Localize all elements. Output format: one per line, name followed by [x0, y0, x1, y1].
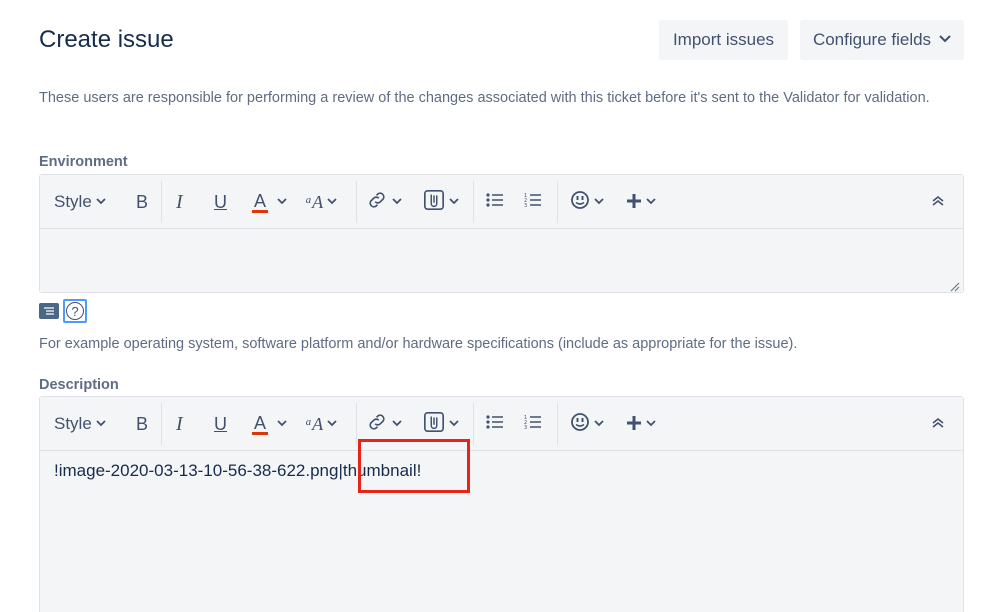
emoji-icon — [570, 190, 590, 215]
emoji-button[interactable] — [570, 175, 604, 229]
page-title: Create issue — [39, 26, 174, 53]
chevron-down-icon — [594, 196, 604, 208]
bullet-list-button[interactable] — [486, 175, 504, 229]
configure-fields-button[interactable]: Configure fields — [800, 20, 964, 60]
bullet-list-icon — [486, 192, 504, 213]
link-icon — [366, 189, 388, 216]
numbered-list-icon: 123 — [524, 192, 542, 213]
plus-icon — [626, 411, 642, 437]
style-dropdown[interactable]: Style — [54, 397, 106, 451]
emoji-icon — [570, 412, 590, 437]
chevron-down-icon — [277, 418, 287, 430]
chevron-down-icon — [96, 418, 106, 430]
environment-input[interactable] — [40, 229, 963, 292]
chevron-down-icon — [392, 196, 402, 208]
text-color-button[interactable]: A — [252, 175, 287, 229]
attachment-icon — [423, 411, 445, 438]
description-input[interactable]: !image-2020-03-13-10-56-38-622.png|thumb… — [40, 439, 963, 493]
text-color-icon: A — [252, 190, 269, 213]
environment-label: Environment — [39, 154, 128, 170]
italic-button[interactable]: I — [176, 175, 183, 229]
svg-text:3: 3 — [524, 203, 527, 208]
italic-button[interactable]: I — [176, 397, 183, 451]
numbered-list-button[interactable]: 123 — [524, 175, 542, 229]
text-effects-icon: ᵃA — [305, 191, 324, 212]
chevron-down-icon — [96, 196, 106, 208]
environment-editor: Style B I U A ᵃA 123 — [39, 174, 964, 293]
style-label: Style — [54, 192, 92, 211]
collapse-toolbar-button[interactable] — [931, 175, 945, 229]
bold-button[interactable]: B — [136, 175, 148, 229]
resize-handle-icon[interactable] — [950, 279, 960, 292]
environment-toolbar: Style B I U A ᵃA 123 — [40, 175, 963, 229]
text-color-button[interactable]: A — [252, 397, 287, 451]
svg-text:3: 3 — [524, 425, 527, 430]
help-button[interactable]: ? — [63, 299, 87, 323]
wiki-markup-icon[interactable] — [39, 303, 59, 319]
chevron-down-icon — [277, 196, 287, 208]
attachment-button[interactable] — [423, 175, 459, 229]
chevron-down-icon — [646, 196, 656, 208]
collapse-toolbar-button[interactable] — [931, 397, 945, 451]
chevron-down-icon — [939, 32, 951, 46]
description-toolbar: Style B I U A ᵃA 123 — [40, 397, 963, 451]
underline-button[interactable]: U — [214, 175, 227, 229]
numbered-list-button[interactable]: 123 — [524, 397, 542, 451]
bullet-list-icon — [486, 414, 504, 435]
chevron-down-icon — [646, 418, 656, 430]
annotation-highlight-box — [358, 439, 470, 493]
link-icon — [366, 411, 388, 438]
attachment-icon — [423, 189, 445, 216]
description-editor: Style B I U A ᵃA 123 !image-2020-03-13-1… — [39, 396, 964, 612]
double-chevron-up-icon — [931, 416, 945, 432]
numbered-list-icon: 123 — [524, 414, 542, 435]
chevron-down-icon — [449, 418, 459, 430]
validator-help-text: These users are responsible for performi… — [39, 90, 930, 106]
underline-button[interactable]: U — [214, 397, 227, 451]
plus-icon — [626, 189, 642, 215]
style-dropdown[interactable]: Style — [54, 175, 106, 229]
insert-more-button[interactable] — [626, 397, 656, 451]
double-chevron-up-icon — [931, 194, 945, 210]
environment-help-text: For example operating system, software p… — [39, 336, 798, 352]
chevron-down-icon — [594, 418, 604, 430]
link-button[interactable] — [366, 175, 402, 229]
text-effects-button[interactable]: ᵃA — [305, 397, 337, 451]
chevron-down-icon — [327, 196, 337, 208]
text-color-icon: A — [252, 412, 269, 435]
description-label: Description — [39, 377, 119, 393]
bold-button[interactable]: B — [136, 397, 148, 451]
dialog-header: Create issue Import issues Configure fie… — [39, 20, 964, 64]
style-label: Style — [54, 414, 92, 433]
editor-mode-controls: ? — [39, 299, 87, 323]
insert-more-button[interactable] — [626, 175, 656, 229]
question-icon: ? — [66, 302, 84, 320]
chevron-down-icon — [327, 418, 337, 430]
import-issues-button[interactable]: Import issues — [659, 20, 788, 60]
chevron-down-icon — [392, 418, 402, 430]
emoji-button[interactable] — [570, 397, 604, 451]
chevron-down-icon — [449, 196, 459, 208]
configure-fields-label: Configure fields — [812, 30, 932, 49]
bullet-list-button[interactable] — [486, 397, 504, 451]
text-effects-icon: ᵃA — [305, 413, 324, 434]
text-effects-button[interactable]: ᵃA — [305, 175, 337, 229]
